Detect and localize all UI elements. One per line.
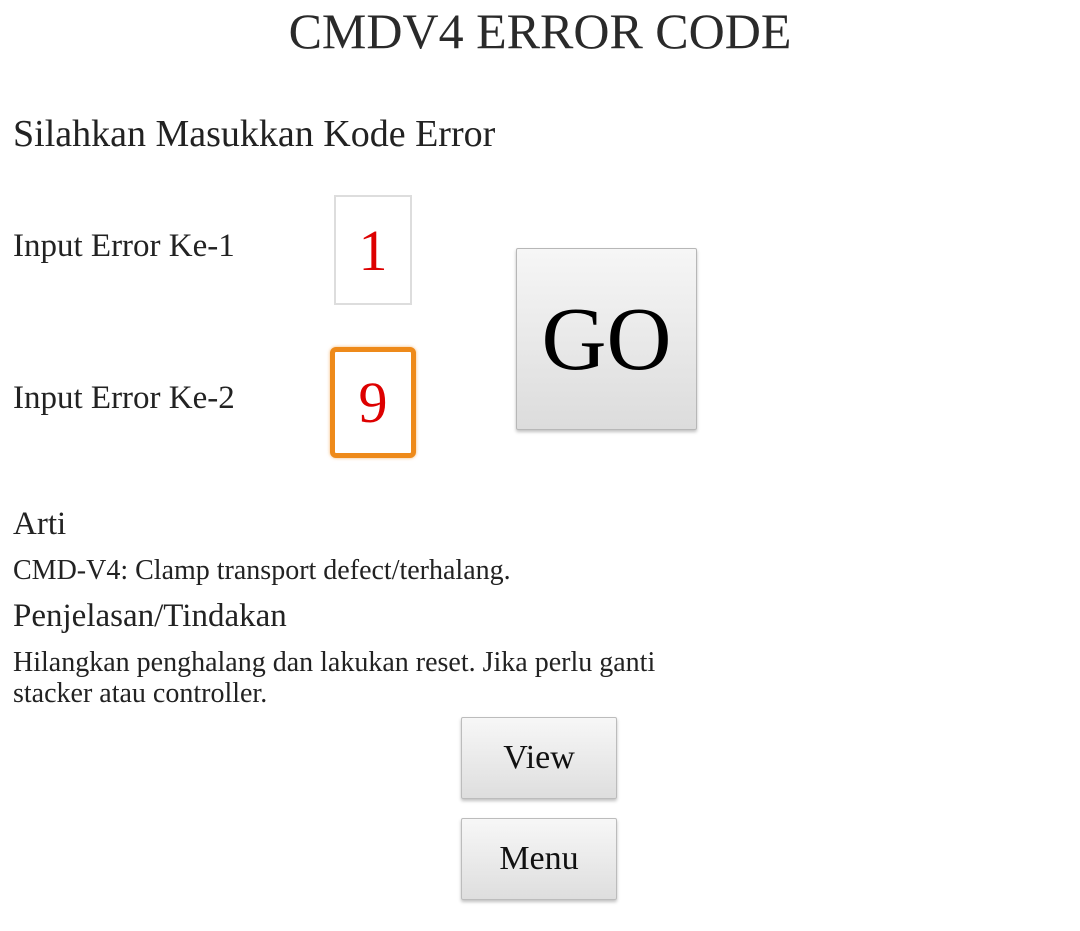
input-1-label: Input Error Ke-1: [13, 228, 235, 264]
penjelasan-heading: Penjelasan/Tindakan: [13, 598, 287, 634]
prompt-text: Silahkan Masukkan Kode Error: [13, 113, 496, 155]
go-button[interactable]: GO: [516, 248, 697, 430]
error-code-input-2[interactable]: [330, 347, 416, 458]
arti-text: CMD-V4: Clamp transport defect/terhalang…: [13, 555, 511, 586]
view-button[interactable]: View: [461, 717, 617, 799]
input-2-label: Input Error Ke-2: [13, 380, 235, 416]
error-code-input-1[interactable]: [334, 195, 412, 305]
page-title: CMDV4 ERROR CODE: [288, 3, 792, 59]
arti-heading: Arti: [13, 506, 67, 542]
penjelasan-text: Hilangkan penghalang dan lakukan reset. …: [13, 647, 656, 709]
menu-button[interactable]: Menu: [461, 818, 617, 900]
